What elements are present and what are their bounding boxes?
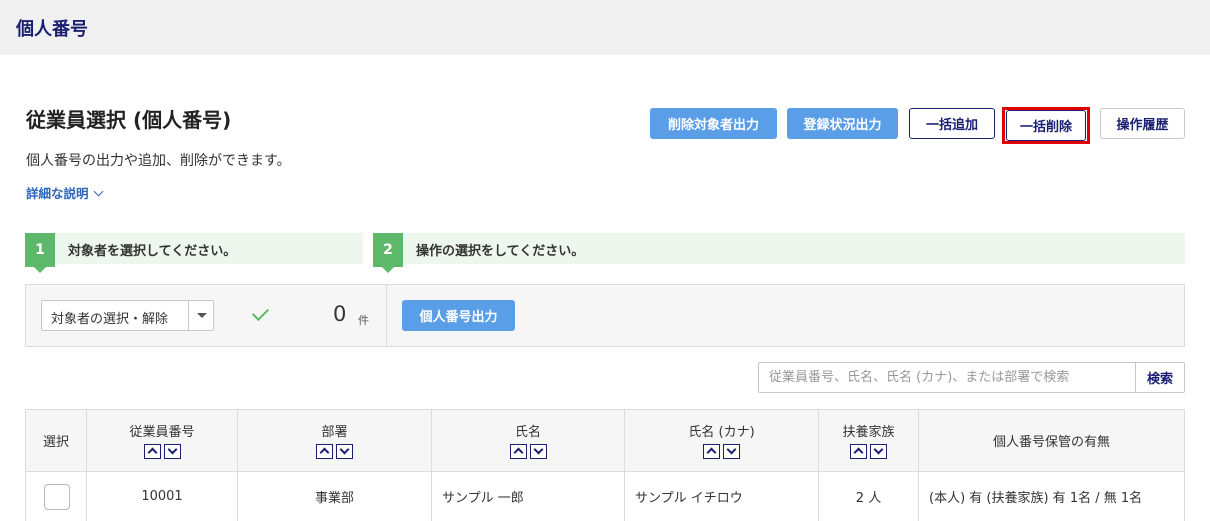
bulk-add-button[interactable]: 一括追加 — [909, 108, 995, 139]
header-department: 部署 — [237, 409, 432, 472]
cell-name-kana: サンプル イチロウ — [624, 471, 819, 521]
target-select[interactable]: 対象者の選択・解除 — [41, 300, 214, 331]
header-dependents: 扶養家族 — [818, 409, 919, 472]
chevron-down-icon — [873, 444, 884, 455]
page-title: 従業員選択 (個人番号) — [26, 108, 232, 132]
header-holding-label: 個人番号保管の有無 — [992, 435, 1110, 450]
chevron-down-icon — [533, 444, 543, 455]
sort-desc-dependents[interactable] — [870, 443, 887, 459]
row-checkbox[interactable] — [44, 483, 70, 510]
employee-table: 選択 従業員番号 部署 氏名 氏名 (カナ) 扶養家族 個人番号保管の有無 10… — [25, 409, 1185, 521]
table-row[interactable]: 10001 事業部 サンプル 一郎 サンプル イチロウ 2 人 (本人) 有 (… — [25, 471, 1185, 521]
cell-name: サンプル 一郎 — [431, 471, 625, 521]
cell-employee-no: 10001 — [86, 471, 238, 521]
header-name-kana: 氏名 (カナ) — [624, 409, 819, 472]
chevron-up-icon — [319, 447, 330, 458]
step-2-number: 2 — [373, 233, 403, 273]
export-deletion-targets-button[interactable]: 削除対象者出力 — [650, 108, 777, 139]
sort-desc-department[interactable] — [336, 443, 353, 459]
header-department-label: 部署 — [321, 424, 348, 440]
sort-desc-name[interactable] — [529, 443, 547, 459]
header-select: 選択 — [25, 409, 87, 472]
chevron-down-icon — [167, 444, 177, 455]
bulk-delete-highlight — [1002, 107, 1090, 144]
sort-asc-name[interactable] — [509, 443, 527, 459]
header-name-kana-label: 氏名 (カナ) — [688, 424, 755, 440]
target-select-value: 対象者の選択・解除 — [51, 312, 169, 327]
cell-department: 事業部 — [237, 471, 432, 521]
header-holding: 個人番号保管の有無 — [918, 409, 1185, 472]
detail-link-label: 詳細な説明 — [26, 186, 89, 201]
action-divider — [386, 284, 387, 347]
detail-link[interactable]: 詳細な説明 — [26, 183, 103, 202]
step-2-text: 操作の選択をしてください。 — [416, 244, 585, 259]
chevron-up-icon — [147, 447, 157, 458]
cell-select — [25, 471, 87, 521]
page-subtitle: 個人番号の出力や追加、削除ができます。 — [26, 153, 291, 169]
chevron-down-icon — [726, 444, 737, 455]
step-1-number: 1 — [25, 233, 55, 273]
sort-asc-department[interactable] — [316, 443, 333, 459]
chevron-up-icon — [706, 447, 717, 458]
chevron-down-icon — [339, 444, 350, 455]
selected-count: 0 — [333, 302, 347, 326]
chevron-up-icon — [513, 447, 523, 458]
cell-holding: (本人) 有 (扶養家族) 有 1名 / 無 1名 — [918, 471, 1185, 521]
caret-down-icon — [197, 313, 207, 318]
sort-asc-employee-no[interactable] — [143, 443, 161, 459]
header-employee-no-label: 従業員番号 — [129, 424, 195, 440]
search-input[interactable] — [758, 362, 1136, 393]
header-employee-no: 従業員番号 — [86, 409, 238, 472]
header-title: 個人番号 — [16, 19, 88, 40]
header-dependents-label: 扶養家族 — [842, 424, 895, 440]
sort-asc-dependents[interactable] — [850, 443, 867, 459]
table-header-row: 選択 従業員番号 部署 氏名 氏名 (カナ) 扶養家族 個人番号保管の有無 — [25, 409, 1185, 472]
header-name-label: 氏名 — [514, 424, 541, 440]
chevron-up-icon — [853, 447, 864, 458]
header-name: 氏名 — [431, 409, 625, 472]
operation-history-button[interactable]: 操作履歴 — [1100, 108, 1185, 139]
header-select-label: 選択 — [42, 435, 69, 450]
selected-count-unit: 件 — [358, 314, 369, 327]
sort-desc-name-kana[interactable] — [723, 443, 740, 459]
chevron-down-icon — [93, 186, 103, 197]
sort-asc-name-kana[interactable] — [703, 443, 720, 459]
top-bar: 個人番号 — [0, 0, 1210, 55]
export-registration-status-button[interactable]: 登録状況出力 — [787, 108, 898, 139]
sort-desc-employee-no[interactable] — [163, 443, 181, 459]
select-separator — [188, 301, 189, 330]
step-1-text: 対象者を選択してください。 — [68, 244, 237, 259]
cell-dependents: 2 人 — [818, 471, 919, 521]
search-button[interactable]: 検索 — [1135, 362, 1185, 393]
export-my-number-button[interactable]: 個人番号出力 — [402, 300, 515, 331]
